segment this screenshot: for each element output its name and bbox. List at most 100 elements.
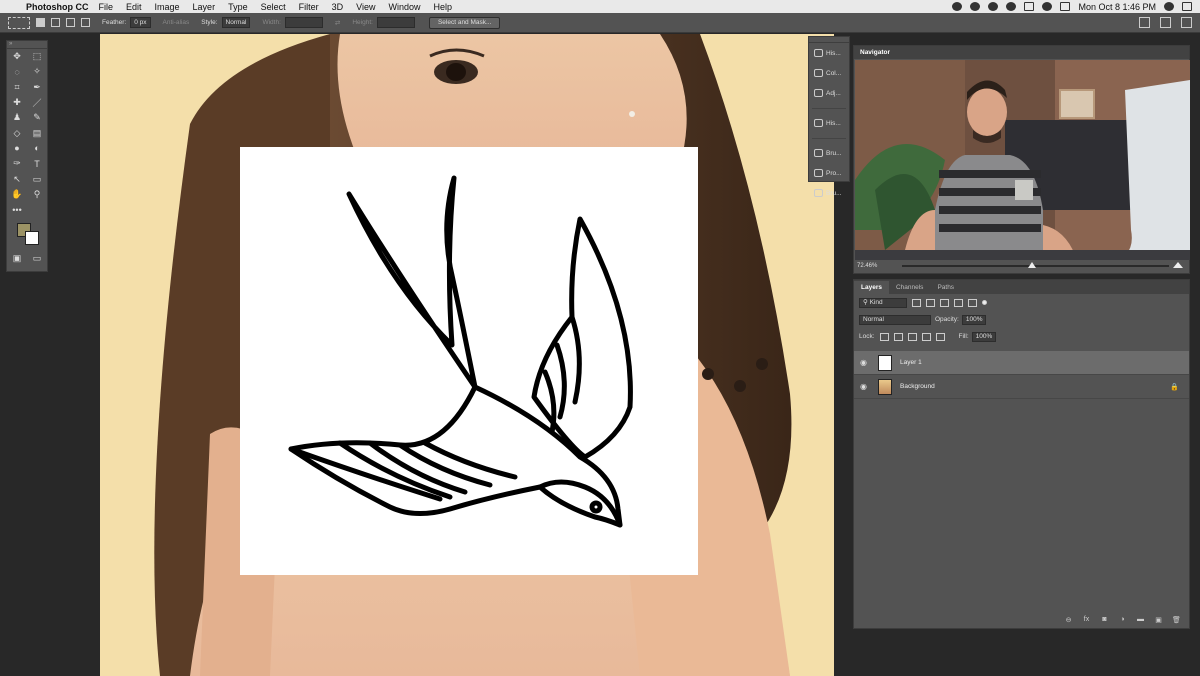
- lasso-tool-icon[interactable]: ◌: [10, 67, 24, 77]
- color-panel-button[interactable]: Col...: [809, 63, 849, 83]
- menu-help[interactable]: Help: [433, 2, 452, 12]
- marquee-tool-icon[interactable]: ⬚: [30, 51, 44, 62]
- navigator-preview[interactable]: [855, 60, 1190, 260]
- eraser-tool-icon[interactable]: ◇: [10, 128, 24, 139]
- visibility-eye-icon[interactable]: ◉: [860, 382, 870, 391]
- swap-icon[interactable]: ⇄: [335, 19, 340, 27]
- menu-view[interactable]: View: [356, 2, 375, 12]
- histogram-panel-button[interactable]: His...: [809, 113, 849, 133]
- healing-tool-icon[interactable]: ✚: [10, 97, 24, 108]
- subtract-selection-icon[interactable]: [66, 18, 75, 27]
- clock[interactable]: Mon Oct 8 1:46 PM: [1078, 2, 1156, 12]
- lock-all-icon[interactable]: [935, 332, 945, 341]
- more-tools-icon[interactable]: •••: [10, 205, 24, 215]
- airplay-icon[interactable]: [1024, 2, 1035, 11]
- swallow-layer[interactable]: [240, 147, 698, 575]
- background-color-swatch[interactable]: [25, 231, 39, 246]
- tab-channels[interactable]: Channels: [889, 281, 930, 294]
- visibility-eye-icon[interactable]: ◉: [860, 358, 870, 367]
- menu-type[interactable]: Type: [228, 2, 248, 12]
- layer-row-layer-1[interactable]: ◉ Layer 1: [854, 351, 1189, 375]
- move-tool-icon[interactable]: ✥: [10, 51, 24, 62]
- status-icon-2[interactable]: [970, 2, 981, 11]
- crop-tool-icon[interactable]: ⌗: [10, 82, 24, 93]
- delete-layer-icon[interactable]: 🗑: [1172, 616, 1181, 624]
- brush-panel-button[interactable]: Bru...: [809, 143, 849, 163]
- creative-cloud-icon[interactable]: [988, 2, 999, 11]
- filter-toggle-icon[interactable]: [982, 300, 987, 305]
- opacity-input[interactable]: 100%: [961, 314, 987, 325]
- zoom-value[interactable]: 72.46%: [857, 263, 877, 269]
- select-and-mask-button[interactable]: Select and Mask...: [428, 16, 501, 29]
- quick-mask-icon[interactable]: ▣: [10, 253, 24, 264]
- tab-layers[interactable]: Layers: [854, 281, 889, 294]
- shape-tool-icon[interactable]: ▭: [30, 174, 44, 185]
- history-panel-button[interactable]: His...: [809, 43, 849, 63]
- zoom-tool-icon[interactable]: ⚲: [30, 189, 44, 200]
- zoom-in-icon[interactable]: [1173, 262, 1183, 268]
- add-mask-icon[interactable]: ◙: [1100, 616, 1109, 624]
- layer-row-background[interactable]: ◉ Background 🔒: [854, 375, 1189, 399]
- document-canvas[interactable]: [100, 34, 834, 676]
- adjustments-panel-button[interactable]: Adj...: [809, 83, 849, 103]
- eyedropper-tool-icon[interactable]: ✒: [30, 82, 44, 93]
- stamp-tool-icon[interactable]: ♟: [10, 112, 24, 123]
- pixel-filter-icon[interactable]: [912, 298, 921, 307]
- new-group-icon[interactable]: ▬: [1136, 616, 1145, 624]
- hand-tool-icon[interactable]: ✋: [10, 189, 24, 200]
- lock-position-icon[interactable]: [907, 332, 917, 341]
- new-layer-icon[interactable]: ▣: [1154, 616, 1163, 624]
- notification-icon[interactable]: [1182, 2, 1192, 11]
- type-filter-icon[interactable]: [940, 298, 949, 307]
- fill-input[interactable]: 100%: [971, 331, 997, 342]
- menu-edit[interactable]: Edit: [126, 2, 142, 12]
- path-select-tool-icon[interactable]: ↖: [10, 174, 24, 185]
- feather-input[interactable]: 0 px: [130, 17, 151, 28]
- menu-window[interactable]: Window: [388, 2, 420, 12]
- menu-select[interactable]: Select: [261, 2, 286, 12]
- properties-panel-button[interactable]: Pro...: [809, 163, 849, 183]
- width-input[interactable]: [284, 17, 323, 28]
- dodge-tool-icon[interactable]: ◐: [30, 143, 44, 153]
- menu-layer[interactable]: Layer: [193, 2, 216, 12]
- layer-style-icon[interactable]: fx: [1082, 616, 1091, 624]
- add-selection-icon[interactable]: [51, 18, 60, 27]
- lock-artboard-icon[interactable]: [921, 332, 931, 341]
- menu-image[interactable]: Image: [155, 2, 180, 12]
- type-tool-icon[interactable]: T: [30, 159, 44, 169]
- zoom-slider-thumb[interactable]: [1028, 262, 1036, 268]
- kind-filter-select[interactable]: ⚲ Kind: [859, 297, 907, 308]
- adjustment-filter-icon[interactable]: [926, 298, 935, 307]
- screen-mode-icon[interactable]: ▭: [30, 253, 44, 264]
- menu-file[interactable]: File: [99, 2, 114, 12]
- battery-icon[interactable]: [1060, 2, 1071, 11]
- gradient-tool-icon[interactable]: ▤: [30, 128, 44, 139]
- lock-transparent-icon[interactable]: [879, 332, 889, 341]
- cloud-icon[interactable]: [1006, 2, 1017, 11]
- spotlight-icon[interactable]: [1164, 2, 1174, 11]
- history-brush-tool-icon[interactable]: ✎: [30, 112, 44, 123]
- brush-tool-icon[interactable]: ／: [30, 96, 44, 109]
- intersect-selection-icon[interactable]: [81, 18, 90, 27]
- anti-alias-checkbox[interactable]: Anti-alias: [163, 19, 190, 26]
- blend-mode-select[interactable]: Normal: [859, 314, 931, 325]
- height-input[interactable]: [376, 17, 415, 28]
- lock-pixels-icon[interactable]: [893, 332, 903, 341]
- new-selection-icon[interactable]: [36, 18, 45, 27]
- adjustment-layer-icon[interactable]: ◑: [1118, 616, 1127, 624]
- link-layers-icon[interactable]: ⊖: [1064, 616, 1073, 624]
- menu-filter[interactable]: Filter: [299, 2, 319, 12]
- brush-presets-panel-button[interactable]: Bru...: [809, 183, 849, 203]
- tab-paths[interactable]: Paths: [930, 281, 961, 294]
- search-icon[interactable]: [1160, 17, 1171, 28]
- wifi-icon[interactable]: [1042, 2, 1053, 11]
- status-icon-1[interactable]: [952, 2, 963, 11]
- navigator-tab[interactable]: Navigator: [854, 46, 1189, 59]
- style-select[interactable]: Normal: [221, 17, 251, 28]
- pen-tool-icon[interactable]: ✑: [10, 158, 24, 169]
- shape-filter-icon[interactable]: [954, 298, 963, 307]
- workspace-icon[interactable]: [1139, 17, 1150, 28]
- tools-grip[interactable]: »: [7, 41, 47, 49]
- magic-wand-tool-icon[interactable]: ✧: [30, 66, 44, 77]
- marquee-preset-icon[interactable]: [8, 16, 30, 29]
